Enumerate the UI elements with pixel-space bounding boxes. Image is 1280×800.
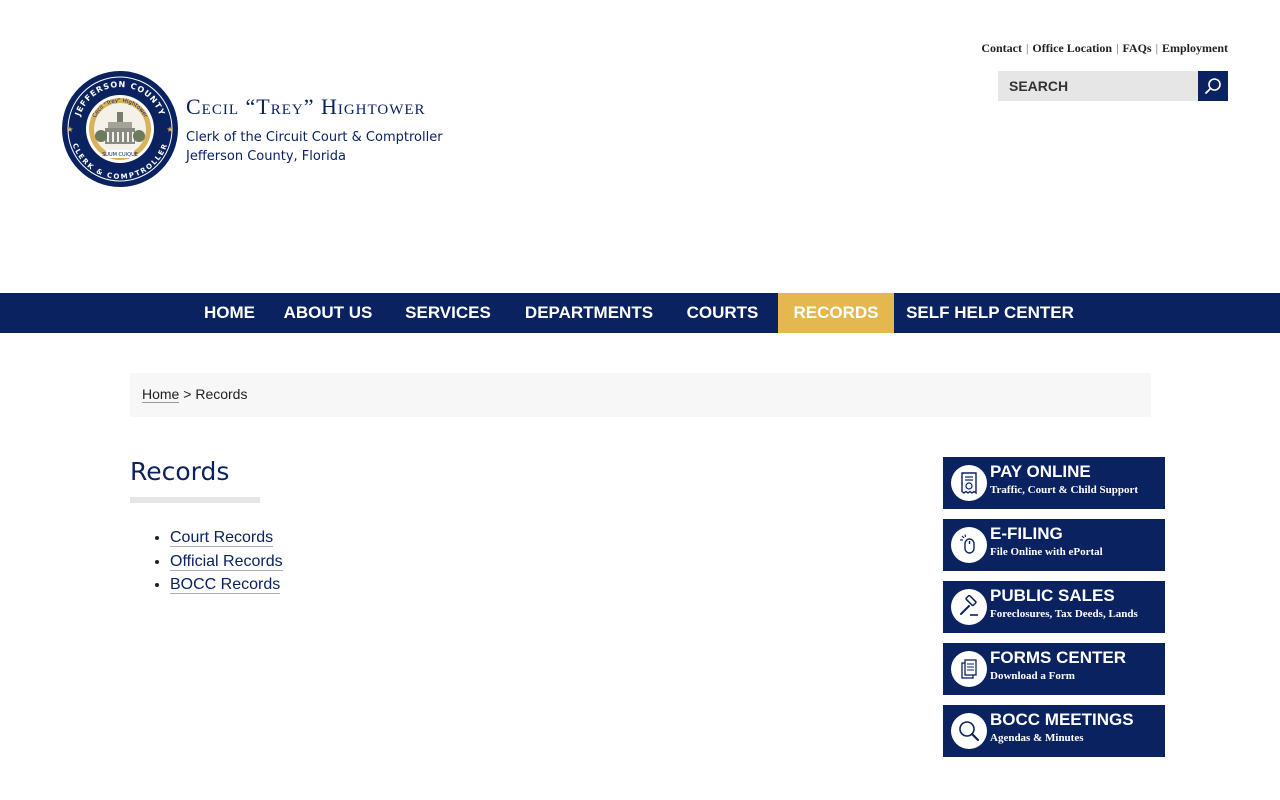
page-title: Records xyxy=(130,457,230,486)
records-list: Court Records Official Records BOCC Reco… xyxy=(170,526,283,597)
site-title: Cecil “Trey” Hightower xyxy=(186,94,426,119)
list-item: Official Records xyxy=(170,550,283,574)
site-title-block[interactable]: Cecil “Trey” Hightower Clerk of the Circ… xyxy=(186,94,443,166)
list-item: BOCC Records xyxy=(170,573,283,597)
separator: | xyxy=(1116,41,1119,55)
gavel-icon xyxy=(951,589,987,625)
public-sales-title: PUBLIC SALES xyxy=(990,586,1115,605)
nav-records[interactable]: RECORDS xyxy=(778,293,894,333)
bocc-records-link[interactable]: BOCC Records xyxy=(170,576,281,594)
nav-home[interactable]: HOME xyxy=(193,293,266,333)
e-filing-subtitle: File Online with ePortal xyxy=(990,546,1103,558)
seal-star-left: ★ xyxy=(66,125,73,134)
site-subtitle-office: Clerk of the Circuit Court & Comptroller xyxy=(186,130,443,145)
court-records-link[interactable]: Court Records xyxy=(170,529,274,547)
separator: | xyxy=(1155,41,1158,55)
list-item: Court Records xyxy=(170,526,283,550)
search-bar xyxy=(998,71,1228,101)
forms-center-subtitle: Download a Form xyxy=(990,670,1075,682)
forms-center-title: FORMS CENTER xyxy=(990,648,1126,667)
search-icon xyxy=(1205,78,1221,94)
breadcrumb-home[interactable]: Home xyxy=(142,386,180,403)
top-link-office-location[interactable]: Office Location xyxy=(1032,41,1112,55)
official-records-link[interactable]: Official Records xyxy=(170,552,283,571)
title-underline xyxy=(130,497,260,503)
mouse-icon xyxy=(951,527,987,563)
breadcrumb: Home > Records xyxy=(130,373,1151,417)
magnifier-icon xyxy=(951,713,987,749)
pay-online-title: PAY ONLINE xyxy=(990,462,1091,481)
breadcrumb-separator: > xyxy=(183,386,192,402)
seal-star-right: ★ xyxy=(166,125,173,134)
bocc-meetings-button[interactable]: BOCC MEETINGS Agendas & Minutes xyxy=(943,705,1165,757)
nav-departments[interactable]: DEPARTMENTS xyxy=(515,293,663,333)
pay-online-subtitle: Traffic, Court & Child Support xyxy=(990,484,1138,496)
receipt-icon xyxy=(951,465,987,501)
top-link-faqs[interactable]: FAQs xyxy=(1122,41,1151,55)
separator: | xyxy=(1026,41,1029,55)
public-sales-button[interactable]: PUBLIC SALES Foreclosures, Tax Deeds, La… xyxy=(943,581,1165,633)
nav-courts[interactable]: COURTS xyxy=(677,293,768,333)
nav-self-help-center[interactable]: SELF HELP CENTER xyxy=(900,293,1080,333)
documents-icon xyxy=(951,651,987,687)
bocc-meetings-subtitle: Agendas & Minutes xyxy=(990,732,1084,744)
bocc-meetings-title: BOCC MEETINGS xyxy=(990,710,1134,729)
nav-about-us[interactable]: ABOUT US xyxy=(276,293,380,333)
breadcrumb-current: Records xyxy=(195,386,248,402)
search-input[interactable] xyxy=(998,71,1198,101)
pay-online-button[interactable]: PAY ONLINE Traffic, Court & Child Suppor… xyxy=(943,457,1165,509)
e-filing-title: E-FILING xyxy=(990,524,1063,543)
main-nav: HOME ABOUT US SERVICES DEPARTMENTS COURT… xyxy=(0,293,1280,333)
seal-inner-bottom-text: SUUM CUIQUE xyxy=(102,152,138,158)
site-subtitle-county: Jefferson County, Florida xyxy=(186,149,347,164)
public-sales-subtitle: Foreclosures, Tax Deeds, Lands xyxy=(990,608,1138,620)
e-filing-button[interactable]: E-FILING File Online with ePortal xyxy=(943,519,1165,571)
top-link-contact[interactable]: Contact xyxy=(981,41,1022,55)
top-links: Contact | Office Location | FAQs | Employment xyxy=(981,41,1228,56)
county-seal-logo[interactable]: JEFFERSON COUNTY CLERK & COMPTROLLER Cec… xyxy=(61,70,179,188)
search-button[interactable] xyxy=(1198,71,1228,101)
forms-center-button[interactable]: FORMS CENTER Download a Form xyxy=(943,643,1165,695)
top-link-employment[interactable]: Employment xyxy=(1162,41,1228,55)
nav-services[interactable]: SERVICES xyxy=(396,293,500,333)
